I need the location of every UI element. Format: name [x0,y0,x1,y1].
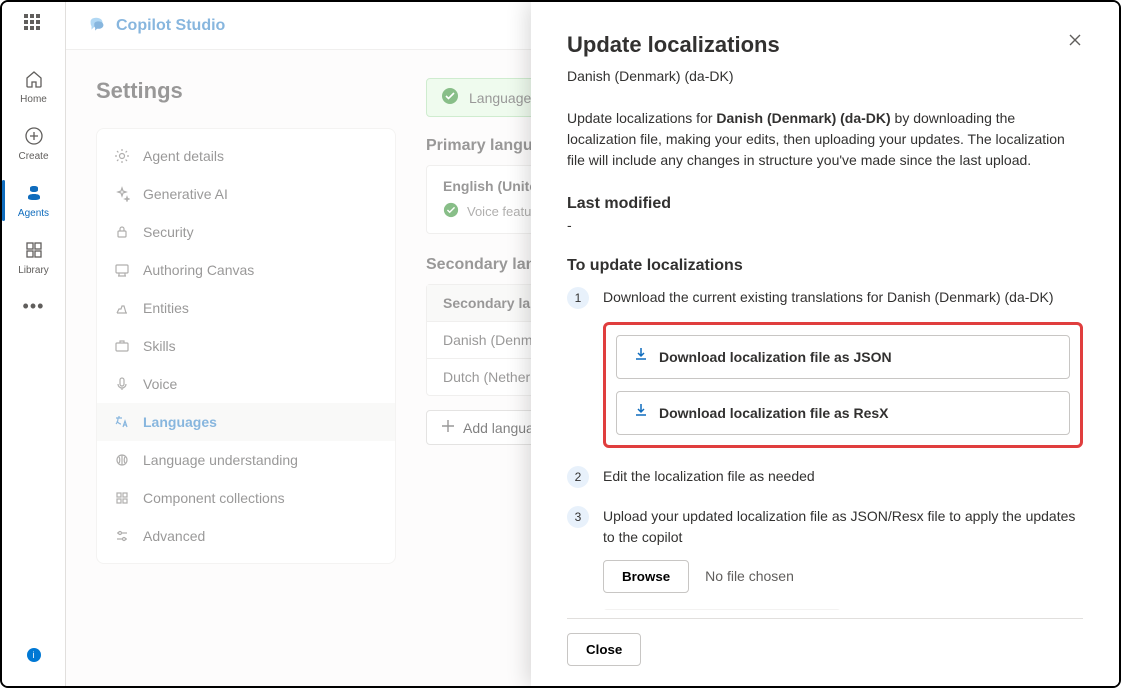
rail-more[interactable]: ••• [2,286,65,327]
step-2: 2 Edit the localization file as needed [567,466,1083,488]
last-modified-heading: Last modified [567,195,1083,213]
home-icon [23,68,45,90]
last-modified-value: - [567,217,1083,233]
upload-button-disabled: Upload translation updates [603,609,841,610]
rail-agents[interactable]: Agents [2,172,65,229]
step-number: 2 [567,466,589,488]
rail-label: Library [18,265,49,276]
info-icon[interactable]: i [27,648,41,662]
step-text: Download the current existing translatio… [603,289,1054,305]
download-resx-button[interactable]: Download localization file as ResX [616,391,1070,435]
rail-label: Home [20,94,47,105]
intro-text: Update localizations for Danish (Denmark… [567,108,1083,171]
rail-label: Agents [18,208,49,219]
step-text: Edit the localization file as needed [603,466,1083,488]
step-1: 1 Download the current existing translat… [567,287,1083,448]
waffle-icon[interactable] [24,14,44,34]
steps-heading: To update localizations [567,257,1083,275]
close-button[interactable]: Close [567,633,641,666]
panel-subtitle: Danish (Denmark) (da-DK) [567,68,780,84]
download-highlight: Download localization file as JSON Downl… [603,322,1083,448]
rail-label: Create [18,151,48,162]
download-icon [633,402,649,424]
no-file-text: No file chosen [705,566,794,587]
step-text: Upload your updated localization file as… [603,508,1075,545]
left-rail: Home Create Agents Library ••• i [2,2,66,686]
update-localizations-panel: Update localizations Danish (Denmark) (d… [531,2,1119,686]
rail-library[interactable]: Library [2,229,65,286]
browse-button[interactable]: Browse [603,560,689,593]
panel-title: Update localizations [567,32,780,58]
download-icon [633,346,649,368]
ellipsis-icon: ••• [23,296,45,317]
download-resx-label: Download localization file as ResX [659,403,889,424]
step-number: 1 [567,287,589,309]
rail-create[interactable]: Create [2,115,65,172]
download-json-label: Download localization file as JSON [659,347,892,368]
rail-home[interactable]: Home [2,58,65,115]
agent-icon [23,182,45,204]
plus-circle-icon [23,125,45,147]
main: Copilot Studio Settings Agent details Ge… [66,2,1119,686]
step-number: 3 [567,506,589,528]
step-3: 3 Upload your updated localization file … [567,506,1083,610]
library-icon [23,239,45,261]
download-json-button[interactable]: Download localization file as JSON [616,335,1070,379]
close-icon[interactable] [1067,32,1083,53]
